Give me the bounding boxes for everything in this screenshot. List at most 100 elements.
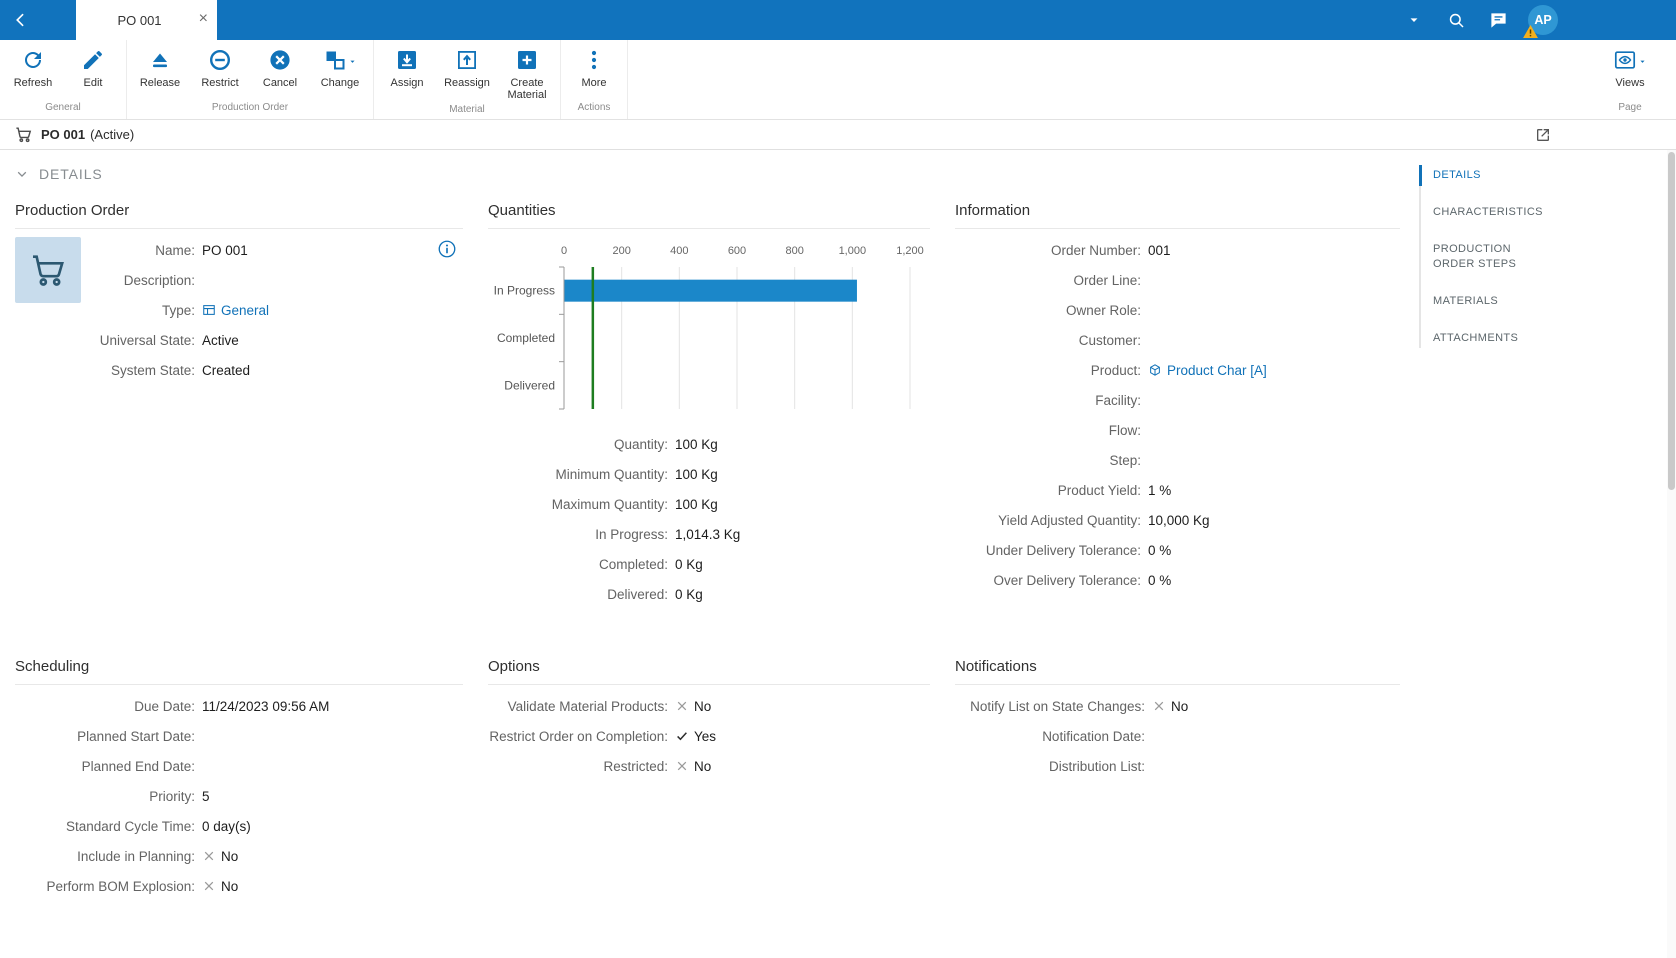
open-in-new-icon[interactable] — [1535, 127, 1552, 144]
button-label: Edit — [84, 77, 103, 89]
field-label: Notify List on State Changes: — [955, 699, 1145, 714]
field-label: Customer: — [955, 333, 1141, 348]
field-label: Restrict Order on Completion: — [488, 729, 668, 744]
tab-close-icon[interactable]: × — [199, 9, 208, 29]
field-label: Completed: — [488, 557, 668, 572]
nav-materials[interactable]: MATERIALS — [1421, 292, 1553, 311]
section-title: Options — [488, 652, 930, 685]
refresh-button[interactable]: Refresh — [3, 48, 63, 99]
section-title: Production Order — [15, 196, 463, 229]
scheduling-fields: Due Date:11/24/2023 09:56 AMPlanned Star… — [15, 691, 463, 897]
button-label: Assign — [390, 77, 423, 89]
assign-icon — [395, 48, 419, 77]
cube-icon — [1148, 363, 1162, 377]
field-delivered: Delivered:0 Kg — [488, 579, 930, 609]
field-order-line: Order Line: — [955, 265, 1400, 295]
field-yield-adjusted-quantity: Yield Adjusted Quantity:10,000 Kg — [955, 505, 1400, 535]
nav-details[interactable]: DETAILS — [1421, 166, 1553, 185]
notifications-section: Notifications Notify List on State Chang… — [955, 652, 1400, 897]
change-button[interactable]: Change — [310, 48, 370, 99]
chat-icon — [1489, 11, 1508, 30]
field-planned-start-date: Planned Start Date: — [15, 721, 463, 751]
nav-production-order-steps[interactable]: PRODUCTION ORDER STEPS — [1421, 240, 1553, 274]
section-title: Quantities — [488, 196, 930, 229]
field-label: Maximum Quantity: — [488, 497, 668, 512]
views-button[interactable]: Views — [1598, 48, 1662, 99]
quantities-chart: 02004006008001,0001,200In ProgressComple… — [488, 241, 930, 413]
cancel-button[interactable]: Cancel — [250, 48, 310, 99]
create-material-button[interactable]: Create Material — [497, 48, 557, 101]
field-value: 0 % — [1148, 573, 1171, 588]
more-button[interactable]: More — [564, 48, 624, 99]
search-button[interactable] — [1440, 3, 1472, 37]
scrollbar-track[interactable] — [1667, 150, 1676, 958]
chevron-left-icon — [11, 10, 31, 30]
reassign-icon — [455, 48, 479, 77]
field-priority: Priority:5 — [15, 781, 463, 811]
quantities-section: Quantities 02004006008001,0001,200In Pro… — [488, 196, 930, 652]
caret-down-icon — [1637, 48, 1647, 66]
information-fields: Order Number:001Order Line:Owner Role:Cu… — [955, 235, 1400, 595]
svg-text:600: 600 — [728, 245, 746, 257]
field-completed: Completed: 0 Kg — [488, 549, 930, 579]
button-label: Cancel — [263, 77, 297, 89]
restrict-button[interactable]: Restrict — [190, 48, 250, 99]
field-value: 100 Kg — [675, 437, 718, 452]
field-value: 1 % — [1148, 483, 1171, 498]
avatar[interactable]: AP — [1528, 5, 1558, 35]
button-label: Restrict — [201, 77, 238, 89]
topbar-actions: AP — [1398, 3, 1676, 37]
tab-po-001[interactable]: PO 001 × — [76, 0, 217, 40]
button-label: More — [581, 77, 606, 89]
field-quantity: Quantity:100 Kg — [488, 429, 930, 459]
x-icon — [1152, 699, 1166, 713]
notifications-body: Notify List on State Changes:NoNotificat… — [955, 691, 1400, 781]
nav-characteristics[interactable]: CHARACTERISTICS — [1421, 203, 1553, 222]
field-include-in-planning: Include in Planning:No — [15, 841, 463, 871]
field-description: Description: — [15, 265, 463, 295]
field-value: 10,000 Kg — [1148, 513, 1210, 528]
back-button[interactable] — [0, 0, 42, 40]
warning-icon — [1523, 25, 1538, 38]
dropdown-caret-button[interactable] — [1398, 3, 1430, 37]
assign-button[interactable]: Assign — [377, 48, 437, 101]
release-icon — [148, 48, 172, 77]
section-title: Information — [955, 196, 1400, 229]
button-label: Release — [140, 77, 180, 89]
ribbon-group-general: RefreshEditGeneral — [0, 40, 127, 119]
caret-down-icon — [1406, 12, 1422, 28]
production-order-image — [15, 237, 81, 303]
info-icon[interactable] — [437, 239, 457, 259]
edit-button[interactable]: Edit — [63, 48, 123, 99]
details-pane: DETAILS Production Order Name:PO 001Desc… — [0, 150, 1676, 897]
breadcrumb-title: PO 001 — [41, 127, 85, 142]
field-label: Priority: — [15, 789, 195, 804]
ribbon-group-label: Material — [377, 101, 557, 121]
reassign-button[interactable]: Reassign — [437, 48, 497, 101]
field-step: Step: — [955, 445, 1400, 475]
field-value[interactable]: General — [202, 303, 269, 318]
field-restrict-order-on-completion: Restrict Order on Completion:Yes — [488, 721, 930, 751]
field-order-number: Order Number:001 — [955, 235, 1400, 265]
options-fields: Validate Material Products:NoRestrict Or… — [488, 691, 930, 781]
field-value: 0 Kg — [675, 557, 703, 572]
release-button[interactable]: Release — [130, 48, 190, 99]
x-icon — [675, 759, 689, 773]
check-icon — [675, 729, 689, 743]
button-label: Change — [321, 77, 360, 89]
chat-button[interactable] — [1482, 3, 1514, 37]
field-label: In Progress: — [488, 527, 668, 542]
field-value: 0 Kg — [675, 587, 703, 602]
field-value: 0 % — [1148, 543, 1171, 558]
tab-title: PO 001 — [117, 13, 161, 28]
field-value: 100 Kg — [675, 497, 718, 512]
scrollbar-thumb[interactable] — [1668, 152, 1675, 490]
field-value[interactable]: Product Char [A] — [1148, 363, 1267, 378]
nav-attachments[interactable]: ATTACHMENTS — [1421, 329, 1553, 348]
production-order-section: Production Order Name:PO 001Description:… — [15, 196, 463, 652]
field-type: Type:General — [15, 295, 463, 325]
caret-down-icon — [347, 48, 357, 66]
button-label: Reassign — [444, 77, 490, 89]
svg-text:1,200: 1,200 — [896, 245, 924, 257]
field-value: 1,014.3 Kg — [675, 527, 740, 542]
